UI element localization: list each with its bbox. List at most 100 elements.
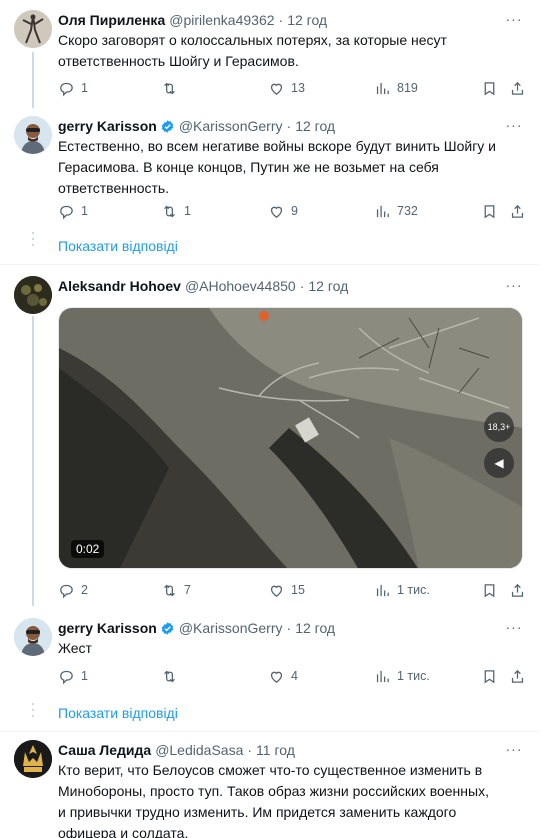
tweet-header: gerry Karisson @KarissonGerry · 12 год <box>58 116 335 136</box>
timestamp[interactable]: 12 год <box>287 12 327 28</box>
reply-icon <box>60 670 73 684</box>
repost-button[interactable]: 1 <box>161 201 191 221</box>
thread-gap-indicator <box>32 232 34 250</box>
tweet-karisson-1[interactable]: gerry Karisson @KarissonGerry · 12 год ·… <box>0 100 540 221</box>
bookmark-icon <box>484 669 495 683</box>
avatar[interactable] <box>14 618 52 656</box>
reply-button[interactable]: 2 <box>58 580 88 600</box>
reply-button[interactable]: 1 <box>58 201 88 221</box>
like-count: 9 <box>291 204 298 218</box>
repost-icon <box>164 584 175 596</box>
views-button[interactable]: 819 <box>374 78 418 98</box>
more-icon[interactable]: ··· <box>504 11 524 31</box>
tweet-actions: 1 4 1 тис. <box>58 666 528 686</box>
like-button[interactable]: 13 <box>268 78 305 98</box>
separator: · <box>286 620 292 636</box>
reply-count: 1 <box>81 81 88 95</box>
bookmark-button[interactable] <box>481 580 498 600</box>
views-count: 1 тис. <box>397 669 430 683</box>
like-icon <box>270 206 283 218</box>
reply-count: 1 <box>81 669 88 683</box>
repost-button[interactable] <box>161 78 184 98</box>
repost-icon <box>164 82 175 94</box>
timestamp[interactable]: 12 год <box>295 620 335 636</box>
like-icon <box>270 585 283 597</box>
bookmark-button[interactable] <box>481 201 498 221</box>
separator: · <box>247 742 253 758</box>
views-button[interactable]: 1 тис. <box>374 666 430 686</box>
like-button[interactable]: 15 <box>268 580 305 600</box>
timestamp[interactable]: 12 год <box>308 278 348 294</box>
author-handle[interactable]: @KarissonGerry <box>179 118 283 134</box>
video-player[interactable]: 0:02 18,3+ ◀ <box>58 307 523 569</box>
more-icon[interactable]: ··· <box>504 117 524 137</box>
tweet-text: Естественно, во всем негативе войны вско… <box>58 138 497 196</box>
bookmark-button[interactable] <box>481 666 498 686</box>
bookmark-button[interactable] <box>481 78 498 98</box>
author-name[interactable]: Aleksandr Hohoev <box>58 278 181 294</box>
show-replies-link[interactable]: Показати відповіді <box>58 705 178 721</box>
share-button[interactable] <box>509 201 526 221</box>
more-icon[interactable]: ··· <box>504 741 524 761</box>
video-duration: 0:02 <box>71 540 105 558</box>
like-icon <box>270 671 283 683</box>
tweet-header: Aleksandr Hohoev @AHohoev44850 · 12 год <box>58 276 348 296</box>
timestamp[interactable]: 12 год <box>295 118 335 134</box>
repost-button[interactable] <box>161 666 184 686</box>
share-button[interactable] <box>509 580 526 600</box>
thread-gap-indicator <box>32 703 34 721</box>
reply-icon <box>60 82 73 96</box>
reply-icon <box>60 584 73 598</box>
views-button[interactable]: 1 тис. <box>374 580 430 600</box>
author-name[interactable]: Саша Ледида <box>58 742 151 758</box>
tweet-karisson-2[interactable]: gerry Karisson @KarissonGerry · 12 год ·… <box>0 618 540 698</box>
author-name[interactable]: Оля Пириленка <box>58 12 165 28</box>
reply-count: 2 <box>81 583 88 597</box>
timestamp[interactable]: 11 год <box>256 742 295 758</box>
views-icon <box>376 205 389 217</box>
more-icon[interactable]: ··· <box>504 277 524 297</box>
tweet-text: Скоро заговорят о колоссальных потерях, … <box>58 32 447 69</box>
share-button[interactable] <box>509 666 526 686</box>
tweet-text: Жест <box>58 640 92 656</box>
author-handle[interactable]: @LedidaSasa <box>155 742 243 758</box>
author-name[interactable]: gerry Karisson <box>58 118 157 134</box>
avatar[interactable] <box>14 276 52 314</box>
thread-line <box>32 100 34 108</box>
repost-button[interactable]: 7 <box>161 580 191 600</box>
tweet-ledida[interactable]: Саша Ледида @LedidaSasa · 11 год ··· Кто… <box>0 740 540 838</box>
share-icon <box>511 669 524 683</box>
share-icon <box>511 204 524 218</box>
avatar[interactable] <box>14 116 52 154</box>
show-replies-link[interactable]: Показати відповіді <box>58 238 178 254</box>
tweet-header: Саша Ледида @LedidaSasa · 11 год <box>58 740 295 760</box>
author-handle[interactable]: @AHohoev44850 <box>185 278 296 294</box>
separator: · <box>299 278 305 294</box>
avatar[interactable] <box>14 740 52 778</box>
share-button[interactable] <box>509 78 526 98</box>
more-icon[interactable]: ··· <box>504 619 524 639</box>
tweet-header: Оля Пириленка @pirilenka49362 · 12 год <box>58 10 327 30</box>
video-badge[interactable]: 18,3+ <box>484 412 514 442</box>
author-handle[interactable]: @pirilenka49362 <box>169 12 274 28</box>
tweet-pirilenka[interactable]: Оля Пириленка @pirilenka49362 · 12 год ·… <box>0 0 540 100</box>
like-count: 4 <box>291 669 298 683</box>
like-button[interactable]: 4 <box>268 666 298 686</box>
avatar[interactable] <box>14 10 52 48</box>
author-handle[interactable]: @KarissonGerry <box>179 620 283 636</box>
views-icon <box>376 82 389 94</box>
like-button[interactable]: 9 <box>268 201 298 221</box>
like-icon <box>270 83 283 95</box>
divider <box>0 264 540 265</box>
views-button[interactable]: 732 <box>374 201 418 221</box>
tweet-hohoev[interactable]: Aleksandr Hohoev @AHohoev44850 · 12 год … <box>0 274 540 606</box>
reply-button[interactable]: 1 <box>58 78 88 98</box>
reply-button[interactable]: 1 <box>58 666 88 686</box>
author-name[interactable]: gerry Karisson <box>58 620 157 636</box>
mute-icon[interactable]: ◀ <box>484 448 514 478</box>
repost-count: 7 <box>184 583 191 597</box>
repost-icon <box>164 670 175 682</box>
share-icon <box>511 583 524 597</box>
reply-icon <box>60 205 73 219</box>
verified-badge-icon <box>161 119 174 133</box>
